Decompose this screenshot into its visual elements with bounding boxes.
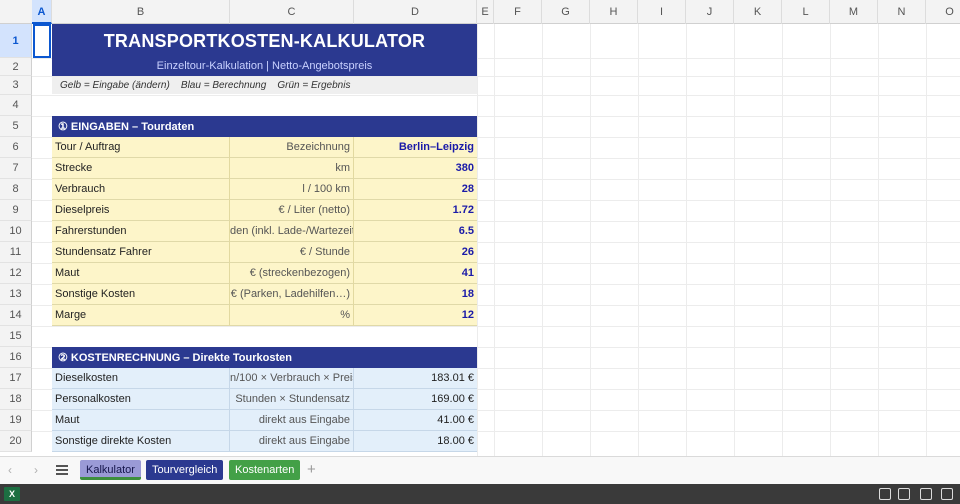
excel-app-icon: X xyxy=(4,487,20,501)
input-unit: km xyxy=(230,158,354,179)
column-header-c[interactable]: C xyxy=(230,0,354,24)
input-label: Fahrerstunden xyxy=(52,221,230,242)
cost-formula: direkt aus Eingabe xyxy=(230,410,354,431)
row-header-1[interactable]: 1 xyxy=(0,24,32,58)
input-value-tour[interactable]: Berlin–Leipzig xyxy=(354,137,477,158)
row-header-9[interactable]: 9 xyxy=(0,200,32,221)
section-header-costs: ② KOSTENRECHNUNG – Direkte Tourkosten xyxy=(52,347,477,368)
cost-label: Maut xyxy=(52,410,230,431)
column-header-d[interactable]: D xyxy=(354,0,477,24)
cost-value-maut[interactable]: 41.00 € xyxy=(354,410,477,431)
column-header-e[interactable]: E xyxy=(477,0,494,24)
row-header-4[interactable]: 4 xyxy=(0,95,32,116)
input-value-marge[interactable]: 12 xyxy=(354,305,477,326)
cost-value-personal[interactable]: 169.00 € xyxy=(354,389,477,410)
column-header-i[interactable]: I xyxy=(638,0,686,24)
accessibility-icon[interactable] xyxy=(879,488,891,500)
row-header-8[interactable]: 8 xyxy=(0,179,32,200)
row-header-14[interactable]: 14 xyxy=(0,305,32,326)
cost-formula: n/100 × Verbrauch × Preis xyxy=(230,368,354,389)
input-value-sonstige[interactable]: 18 xyxy=(354,284,477,305)
page-title: TRANSPORTKOSTEN-KALKULATOR xyxy=(103,31,426,51)
row-header-6[interactable]: 6 xyxy=(0,137,32,158)
row-header-17[interactable]: 17 xyxy=(0,368,32,389)
column-header-l[interactable]: L xyxy=(782,0,830,24)
input-unit: € (streckenbezogen) xyxy=(230,263,354,284)
column-header-a[interactable]: A xyxy=(32,0,52,24)
row-header-7[interactable]: 7 xyxy=(0,158,32,179)
row-header-11[interactable]: 11 xyxy=(0,242,32,263)
input-label: Dieselpreis xyxy=(52,200,230,221)
chevron-left-icon[interactable]: ‹ xyxy=(8,463,12,477)
color-legend: Gelb = Eingabe (ändern) Blau = Berechnun… xyxy=(52,77,477,94)
input-unit: den (inkl. Lade-/Wartezeit) xyxy=(230,221,354,242)
input-unit: € / Stunde xyxy=(230,242,354,263)
status-bar: X xyxy=(0,484,960,504)
section-header-inputs: ① EINGABEN – Tourdaten xyxy=(52,116,477,137)
cost-value-sonstige[interactable]: 18.00 € xyxy=(354,431,477,452)
column-header-j[interactable]: J xyxy=(686,0,734,24)
input-value-strecke[interactable]: 380 xyxy=(354,158,477,179)
cost-formula: direkt aus Eingabe xyxy=(230,431,354,452)
input-value-verbrauch[interactable]: 28 xyxy=(354,179,477,200)
input-unit: Bezeichnung xyxy=(230,137,354,158)
column-header-k[interactable]: K xyxy=(734,0,782,24)
tab-kostenarten[interactable]: Kostenarten xyxy=(229,460,301,480)
page-subtitle: Einzeltour-Kalkulation | Netto-Angebotsp… xyxy=(156,60,373,72)
active-cell-a1[interactable] xyxy=(33,24,51,58)
input-unit: € / Liter (netto) xyxy=(230,200,354,221)
input-value-maut[interactable]: 41 xyxy=(354,263,477,284)
input-unit: € (Parken, Ladehilfen…) xyxy=(230,284,354,305)
input-unit: l / 100 km xyxy=(230,179,354,200)
input-label: Stundensatz Fahrer xyxy=(52,242,230,263)
input-label: Verbrauch xyxy=(52,179,230,200)
column-header-bar: A B C D E F G H I J K L M N O xyxy=(0,0,960,24)
row-header-20[interactable]: 20 xyxy=(0,431,32,452)
input-label: Sonstige Kosten xyxy=(52,284,230,305)
column-header-h[interactable]: H xyxy=(590,0,638,24)
cost-formula: Stunden × Stundensatz xyxy=(230,389,354,410)
row-header-15[interactable]: 15 xyxy=(0,326,32,347)
cost-label: Sonstige direkte Kosten xyxy=(52,431,230,452)
row-header-5[interactable]: 5 xyxy=(0,116,32,137)
column-header-b[interactable]: B xyxy=(52,0,230,24)
column-header-m[interactable]: M xyxy=(830,0,878,24)
input-label: Maut xyxy=(52,263,230,284)
cost-label: Personalkosten xyxy=(52,389,230,410)
input-label: Marge xyxy=(52,305,230,326)
row-header-3[interactable]: 3 xyxy=(0,76,32,95)
input-unit: % xyxy=(230,305,354,326)
column-header-g[interactable]: G xyxy=(542,0,590,24)
cost-value-diesel[interactable]: 183.01 € xyxy=(354,368,477,389)
column-header-n[interactable]: N xyxy=(878,0,926,24)
input-value-fahrerstunden[interactable]: 6.5 xyxy=(354,221,477,242)
add-sheet-icon[interactable]: + xyxy=(307,461,316,478)
sheet-tab-bar: ‹ › Kalkulator Tourvergleich Kostenarten… xyxy=(0,456,960,484)
row-header-2[interactable]: 2 xyxy=(0,58,32,76)
page-view-icon[interactable] xyxy=(920,488,932,500)
row-header-13[interactable]: 13 xyxy=(0,284,32,305)
layout-view-icon[interactable] xyxy=(941,488,953,500)
title-banner: TRANSPORTKOSTEN-KALKULATOR Einzeltour-Ka… xyxy=(52,24,477,76)
column-header-f[interactable]: F xyxy=(494,0,542,24)
tab-kalkulator[interactable]: Kalkulator xyxy=(80,460,141,480)
row-header-10[interactable]: 10 xyxy=(0,221,32,242)
column-header-o[interactable]: O xyxy=(926,0,960,24)
row-header-19[interactable]: 19 xyxy=(0,410,32,431)
row-header-18[interactable]: 18 xyxy=(0,389,32,410)
cost-label: Dieselkosten xyxy=(52,368,230,389)
input-value-stundensatz[interactable]: 26 xyxy=(354,242,477,263)
tab-tourvergleich[interactable]: Tourvergleich xyxy=(146,460,224,480)
sheet-list-menu-icon[interactable] xyxy=(56,465,68,475)
input-label: Strecke xyxy=(52,158,230,179)
save-status-icon[interactable] xyxy=(898,488,910,500)
row-header-12[interactable]: 12 xyxy=(0,263,32,284)
chevron-right-icon[interactable]: › xyxy=(34,463,38,477)
row-header-16[interactable]: 16 xyxy=(0,347,32,368)
input-label: Tour / Auftrag xyxy=(52,137,230,158)
input-value-dieselpreis[interactable]: 1.72 xyxy=(354,200,477,221)
